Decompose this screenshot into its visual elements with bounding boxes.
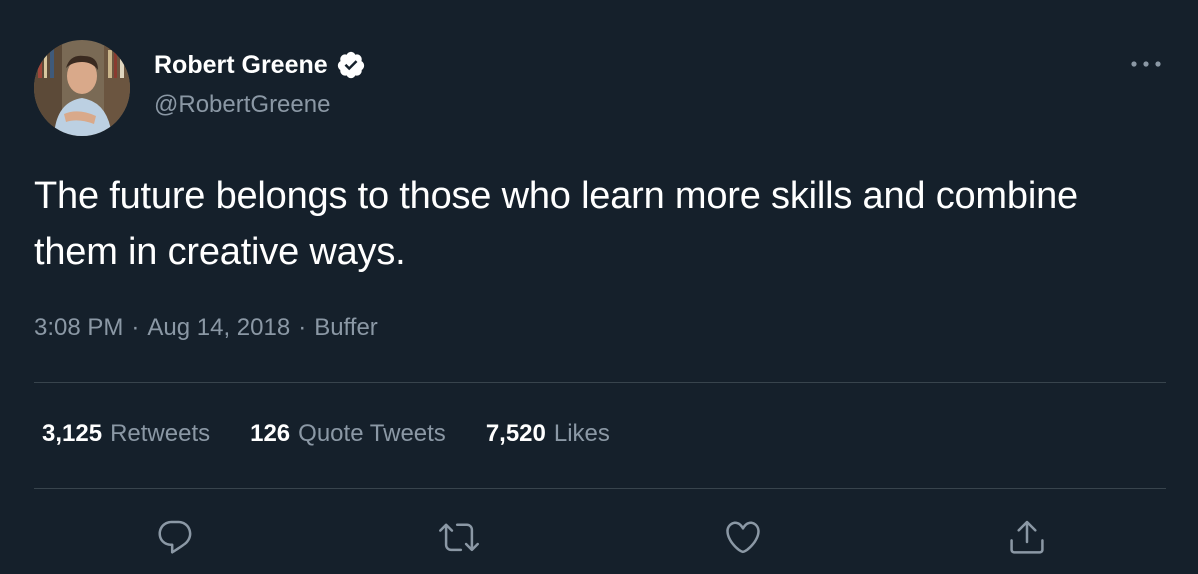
likes-count: 7,520 xyxy=(485,420,546,447)
author-handle[interactable]: @RobertGreene xyxy=(154,91,330,119)
retweet-button[interactable] xyxy=(436,514,482,560)
author-name-row: Robert Greene xyxy=(154,50,366,80)
tweet-meta: 3:08 PM · Aug 14, 2018 · Buffer xyxy=(34,314,378,342)
likes-label: Likes xyxy=(553,420,610,447)
quote-tweets-count: 126 xyxy=(250,420,291,447)
reply-button[interactable] xyxy=(152,514,198,560)
retweets-label: Retweets xyxy=(110,420,211,447)
quote-tweets-stat[interactable]: 126 Quote Tweets xyxy=(250,420,446,448)
retweet-icon xyxy=(439,523,479,552)
verified-badge-icon xyxy=(336,50,366,80)
meta-separator: · xyxy=(131,314,140,341)
like-button[interactable] xyxy=(720,514,766,560)
divider xyxy=(34,382,1166,383)
tweet-date[interactable]: Aug 14, 2018 xyxy=(147,314,290,342)
tweet-actions xyxy=(0,514,1198,560)
heart-icon xyxy=(726,521,760,554)
share-icon xyxy=(1010,520,1044,554)
more-horizontal-icon xyxy=(1131,61,1161,67)
retweets-count: 3,125 xyxy=(42,420,103,447)
likes-stat[interactable]: 7,520 Likes xyxy=(486,420,610,448)
quote-tweets-label: Quote Tweets xyxy=(298,420,446,447)
more-options-button[interactable] xyxy=(1126,52,1166,76)
share-button[interactable] xyxy=(1004,514,1050,560)
tweet-source[interactable]: Buffer xyxy=(314,314,378,342)
tweet-card: Robert Greene @RobertGreene The future b… xyxy=(0,0,1198,574)
author-display-name[interactable]: Robert Greene xyxy=(154,51,328,80)
tweet-text: The future belongs to those who learn mo… xyxy=(34,175,1078,273)
avatar[interactable] xyxy=(34,40,130,136)
retweets-stat[interactable]: 3,125 Retweets xyxy=(42,420,210,448)
reply-icon xyxy=(158,520,192,554)
avatar-photo xyxy=(34,40,130,136)
meta-separator: · xyxy=(298,314,307,341)
tweet-stats: 3,125 Retweets 126 Quote Tweets 7,520 Li… xyxy=(42,420,610,448)
tweet-time[interactable]: 3:08 PM xyxy=(34,314,123,342)
divider xyxy=(34,488,1166,489)
